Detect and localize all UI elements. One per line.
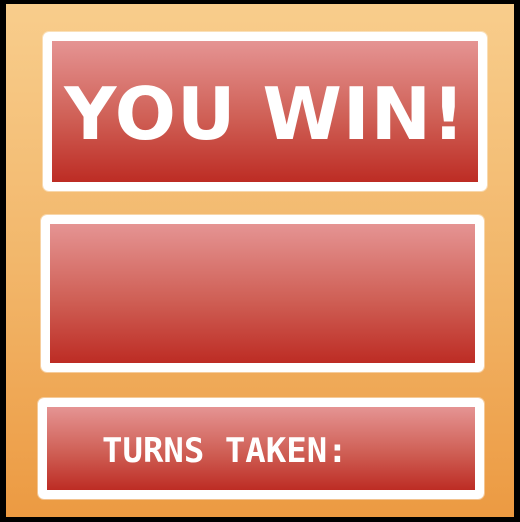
win-title: YOU WIN!: [64, 71, 466, 156]
message-panel: [41, 215, 484, 372]
win-banner: YOU WIN!: [43, 32, 487, 191]
turns-panel: TURNS TAKEN:: [38, 398, 484, 499]
game-over-screen: YOU WIN! TURNS TAKEN:: [6, 4, 514, 517]
turns-taken-label: TURNS TAKEN:: [102, 430, 348, 471]
